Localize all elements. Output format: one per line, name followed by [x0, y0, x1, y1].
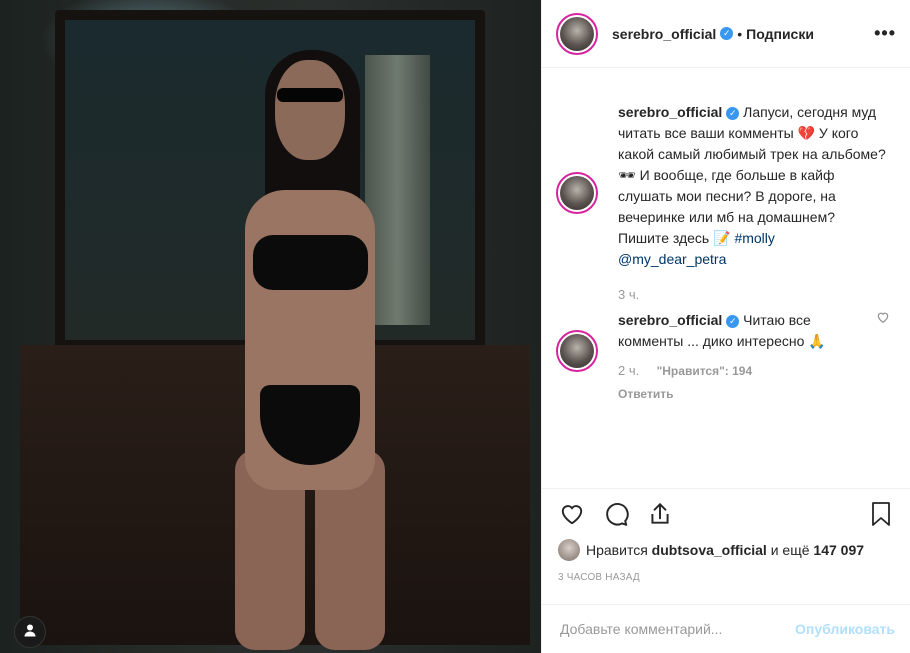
heart-icon[interactable] — [558, 500, 586, 528]
comments-section: serebro_official ✓ Лапуси, сегодня муд чи… — [542, 82, 910, 482]
comment-username[interactable]: serebro_official — [618, 312, 722, 328]
avatar[interactable] — [556, 12, 598, 55]
avatar[interactable] — [556, 172, 598, 214]
more-options-icon[interactable]: ••• — [874, 23, 896, 44]
publish-button[interactable]: Опубликовать — [795, 621, 895, 637]
verified-badge-icon: ✓ — [726, 106, 740, 120]
heart-outline-icon[interactable] — [876, 310, 890, 324]
comment-time[interactable]: 2 ч. — [618, 363, 639, 378]
verified-badge-icon: ✓ — [720, 27, 734, 40]
bookmark-icon[interactable] — [867, 500, 895, 528]
avatar[interactable] — [556, 330, 598, 372]
likes-middle: и ещё — [770, 542, 810, 558]
post-timestamp[interactable]: 3 часов назад — [558, 572, 640, 583]
person-figure — [215, 40, 405, 650]
caption-username[interactable]: serebro_official — [618, 104, 722, 120]
caption-text: Лапуси, сегодня муд читать все ваши комм… — [618, 104, 886, 246]
caption-time[interactable]: 3 ч. — [618, 284, 888, 305]
likes-summary: Нравится dubtsova_official и ещё 147 097 — [558, 538, 864, 562]
post-header: serebro_official ✓ • Подписки ••• — [542, 0, 910, 68]
likes-prefix: Нравится — [586, 542, 648, 558]
reply-button[interactable]: Ответить — [618, 384, 858, 405]
tagged-users-button[interactable] — [14, 616, 46, 648]
action-bar — [542, 488, 910, 538]
avatar[interactable] — [558, 539, 580, 561]
comment-meta: 2 ч. "Нравится": 194 — [618, 360, 858, 382]
add-comment-bar: Опубликовать — [542, 604, 910, 653]
mention-link[interactable]: @my_dear_petra — [618, 251, 726, 267]
comment-icon[interactable] — [602, 500, 630, 528]
verified-badge-icon: ✓ — [726, 314, 740, 328]
comment-body: serebro_official ✓ Читаю все комменты ...… — [618, 310, 858, 405]
post-photo[interactable] — [0, 0, 541, 653]
following-button[interactable]: Подписки — [746, 26, 814, 42]
username-link[interactable]: serebro_official — [612, 26, 716, 42]
likes-count-link[interactable]: 147 097 — [813, 542, 864, 558]
hashtag-link[interactable]: #molly — [734, 230, 774, 246]
share-icon[interactable] — [646, 500, 674, 528]
separator-dot: • — [737, 25, 743, 42]
caption-item: serebro_official ✓ Лапуси, сегодня муд чи… — [556, 102, 896, 302]
caption-body: serebro_official ✓ Лапуси, сегодня муд чи… — [618, 102, 888, 305]
post-panel: serebro_official ✓ • Подписки ••• serebr… — [541, 0, 910, 653]
comment-item: serebro_official ✓ Читаю все комменты ...… — [556, 310, 896, 401]
header-user: serebro_official ✓ • Подписки — [612, 26, 814, 42]
user-icon — [23, 623, 37, 642]
comment-likes[interactable]: "Нравится": 194 — [657, 364, 753, 378]
likes-user-link[interactable]: dubtsova_official — [652, 542, 767, 558]
comment-input[interactable] — [558, 620, 796, 638]
